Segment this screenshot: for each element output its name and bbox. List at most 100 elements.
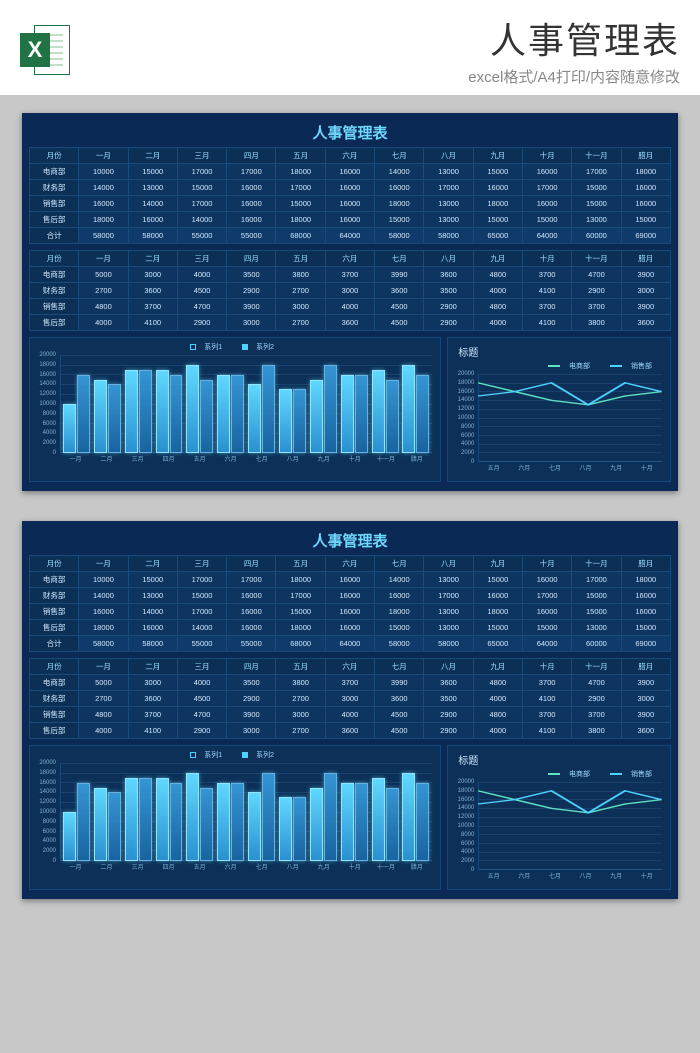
bar-group <box>62 355 91 453</box>
cell-value: 58000 <box>79 228 128 244</box>
cell-value: 2900 <box>424 299 473 315</box>
cell-value: 2700 <box>79 691 128 707</box>
cell-value: 4500 <box>375 707 424 723</box>
cell-value: 13000 <box>128 588 177 604</box>
cell-value: 16000 <box>621 604 670 620</box>
cell-value: 58000 <box>424 228 473 244</box>
bar-group <box>185 763 214 861</box>
table-row: 销售部4800370047003900300040004500290048003… <box>30 707 671 723</box>
bar-group <box>278 763 307 861</box>
cell-value: 16000 <box>227 604 276 620</box>
cell-value: 16000 <box>227 196 276 212</box>
cell-value: 4100 <box>128 723 177 739</box>
x-tick: 腊月 <box>401 454 432 465</box>
bar-series2 <box>324 773 337 861</box>
cell-value: 14000 <box>177 620 226 636</box>
row-label: 销售部 <box>30 604 79 620</box>
table-1: 月份一月二月三月四月五月六月七月八月九月十月十一月腊月 电商部100001500… <box>29 147 671 244</box>
x-tick: 七月 <box>540 463 571 474</box>
col-header: 六月 <box>325 251 374 267</box>
cell-value: 15000 <box>621 620 670 636</box>
x-tick: 十月 <box>631 463 662 474</box>
x-tick: 六月 <box>509 463 540 474</box>
bar-group <box>93 763 122 861</box>
bar-series2 <box>355 783 368 861</box>
x-tick: 五月 <box>184 862 215 873</box>
cell-value: 16000 <box>325 604 374 620</box>
col-header: 九月 <box>473 251 522 267</box>
x-tick: 九月 <box>308 454 339 465</box>
cell-value: 4100 <box>128 315 177 331</box>
cell-value: 16000 <box>522 164 571 180</box>
bar-group <box>93 355 122 453</box>
bar-series2 <box>231 375 244 453</box>
col-header: 十月 <box>522 251 571 267</box>
table-row: 电商部1000015000170001700018000160001400013… <box>30 164 671 180</box>
bar-series2 <box>200 380 213 454</box>
cell-value: 16000 <box>325 212 374 228</box>
row-label: 售后部 <box>30 723 79 739</box>
bar-series1 <box>186 365 199 453</box>
cell-value: 4800 <box>473 267 522 283</box>
bar-series2 <box>386 788 399 862</box>
bar-group <box>124 355 153 453</box>
cell-value: 17000 <box>424 588 473 604</box>
cell-value: 64000 <box>325 228 374 244</box>
bar-series2 <box>108 792 121 861</box>
cell-value: 3990 <box>375 267 424 283</box>
bar-series2 <box>262 365 275 453</box>
bar-group <box>62 763 91 861</box>
cell-value: 16000 <box>522 196 571 212</box>
table-row: 电商部5000300040003500380037003990360048003… <box>30 675 671 691</box>
cell-value: 69000 <box>621 228 670 244</box>
cell-value: 4500 <box>375 723 424 739</box>
bar-group <box>401 763 430 861</box>
cell-value: 3600 <box>424 267 473 283</box>
cell-value: 4500 <box>177 691 226 707</box>
row-label: 合计 <box>30 636 79 652</box>
cell-value: 13000 <box>424 212 473 228</box>
x-tick: 八月 <box>277 454 308 465</box>
table-2: 月份一月二月三月四月五月六月七月八月九月十月十一月腊月 电商部500030004… <box>29 658 671 739</box>
cell-value: 14000 <box>79 180 128 196</box>
cell-value: 2700 <box>276 723 325 739</box>
cell-value: 15000 <box>473 620 522 636</box>
cell-value: 3900 <box>621 299 670 315</box>
cell-value: 17000 <box>522 180 571 196</box>
cell-value: 16000 <box>325 588 374 604</box>
bar-series1 <box>125 778 138 861</box>
cell-value: 15000 <box>473 572 522 588</box>
cell-value: 15000 <box>522 212 571 228</box>
cell-value: 4000 <box>473 691 522 707</box>
col-header-month: 月份 <box>30 556 79 572</box>
bar-group <box>401 355 430 453</box>
col-header-month: 月份 <box>30 251 79 267</box>
cell-value: 17000 <box>276 180 325 196</box>
cell-value: 3700 <box>572 299 621 315</box>
col-header: 一月 <box>79 556 128 572</box>
cell-value: 3700 <box>572 707 621 723</box>
cell-value: 3000 <box>128 267 177 283</box>
bar-group <box>247 355 276 453</box>
table-1: 月份一月二月三月四月五月六月七月八月九月十月十一月腊月 电商部100001500… <box>29 555 671 652</box>
cell-value: 4000 <box>325 707 374 723</box>
row-label: 销售部 <box>30 299 79 315</box>
bar-series1 <box>63 812 76 861</box>
line-chart-title: 标题 <box>454 750 664 769</box>
sheet-preview: 人事管理表 月份一月二月三月四月五月六月七月八月九月十月十一月腊月 电商部100… <box>22 521 678 899</box>
bar-series1 <box>310 788 323 862</box>
bar-series1 <box>279 389 292 453</box>
bar-series2 <box>77 783 90 861</box>
cell-value: 4800 <box>473 675 522 691</box>
cell-value: 3500 <box>424 283 473 299</box>
table-row: 售后部4000410029003000270036004500290040004… <box>30 723 671 739</box>
x-tick: 八月 <box>277 862 308 873</box>
bar-series1 <box>310 380 323 454</box>
cell-value: 3700 <box>522 675 571 691</box>
cell-value: 3600 <box>325 315 374 331</box>
col-header: 二月 <box>128 556 177 572</box>
table-row: 售后部1800016000140001600018000160001500013… <box>30 212 671 228</box>
table-row: 售后部1800016000140001600018000160001500013… <box>30 620 671 636</box>
cell-value: 16000 <box>621 196 670 212</box>
cell-value: 69000 <box>621 636 670 652</box>
